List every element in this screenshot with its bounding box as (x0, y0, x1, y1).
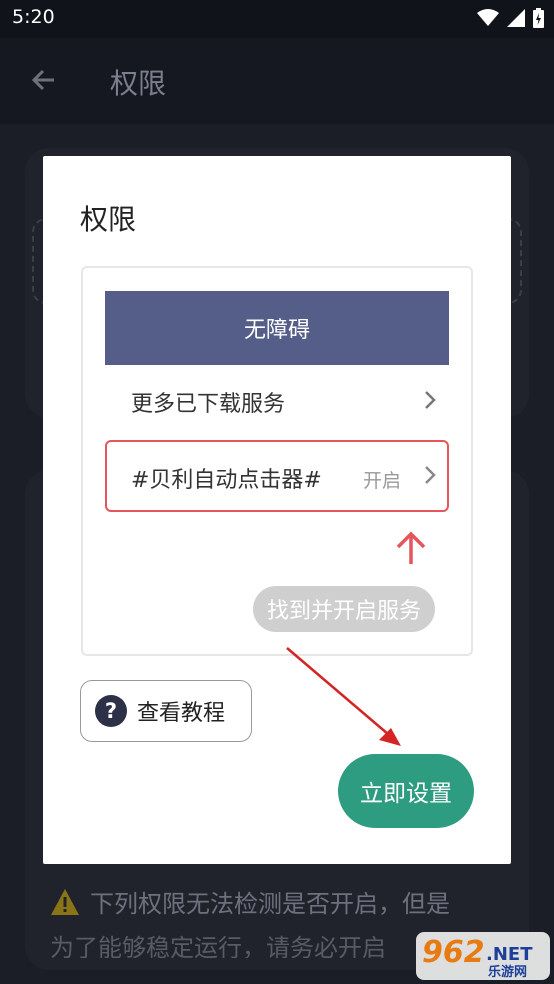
wifi-icon (477, 9, 499, 26)
view-tutorial-button[interactable]: ? 查看教程 (80, 680, 252, 742)
background-warning-line2: 为了能够稳定运行，请务必开启 (50, 934, 386, 958)
status-icons (477, 8, 544, 28)
chevron-right-icon (425, 466, 436, 484)
dialog-title: 权限 (80, 203, 137, 236)
illustration-row-app-highlight: #贝利自动点击器# 开启 (105, 440, 449, 512)
battery-icon (533, 8, 544, 28)
page-title: 权限 (110, 67, 167, 100)
watermark-suffix: .NET (486, 944, 533, 965)
illustration-app-name: #贝利自动点击器# (131, 468, 322, 493)
site-watermark-logo: 962 .NET 乐游网 (416, 932, 550, 980)
permission-dialog: 权限 无障碍 更多已下载服务 #贝利自动点击器# 开启 找到并开启服务 ? 查看… (43, 156, 511, 864)
help-icon: ? (95, 695, 127, 727)
hint-pill: 找到并开启服务 (253, 586, 436, 632)
background-warning: 下列权限无法检测是否开启，但是 (50, 884, 510, 919)
app-bar: 权限 (0, 38, 554, 124)
illustration-app-status: 开启 (363, 470, 402, 492)
status-bar: 5:20 (0, 0, 554, 38)
watermark-brand: 962 (422, 935, 485, 970)
status-time: 5:20 (12, 6, 55, 28)
illustration-header: 无障碍 (105, 291, 449, 365)
signal-icon (507, 9, 525, 27)
accessibility-illustration: 无障碍 更多已下载服务 #贝利自动点击器# 开启 找到并开启服务 (81, 266, 473, 656)
warning-text: 下列权限无法检测是否开启，但是 (90, 890, 450, 918)
setup-now-button[interactable]: 立即设置 (338, 754, 474, 828)
watermark-site: 乐游网 (488, 964, 527, 980)
chevron-right-icon (425, 391, 436, 409)
back-arrow-icon[interactable] (28, 64, 60, 96)
illustration-row-more-services: 更多已下载服务 (131, 392, 286, 417)
up-arrow-icon (396, 531, 426, 564)
warning-icon (51, 888, 79, 915)
red-pointer-arrow-icon (286, 647, 401, 746)
tutorial-button-label: 查看教程 (137, 701, 226, 726)
